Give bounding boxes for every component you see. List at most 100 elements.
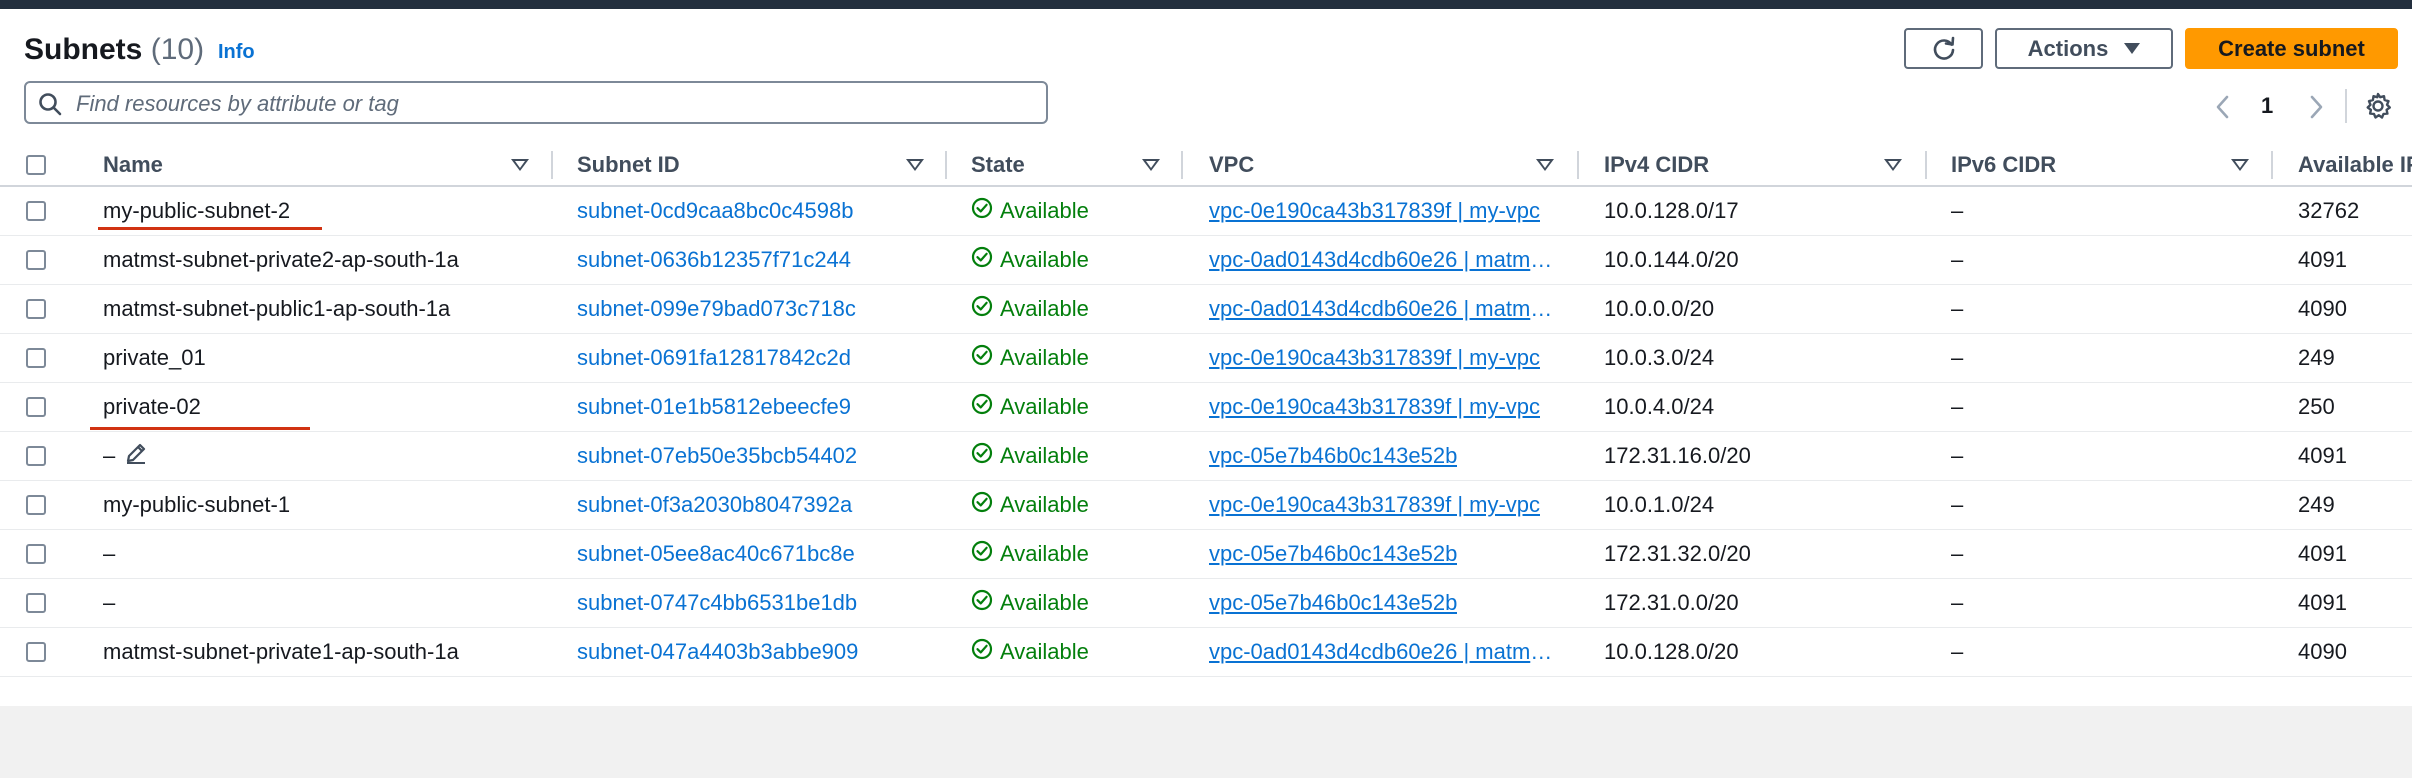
column-header-ipv6-cidr[interactable]: IPv6 CIDR	[1951, 145, 2251, 185]
column-header-vpc[interactable]: VPC	[1209, 145, 1554, 185]
current-page-number[interactable]: 1	[2261, 93, 2273, 119]
table-row[interactable]: my-public-subnet-1 subnet-0f3a2030b804739…	[0, 481, 2412, 530]
refresh-button[interactable]	[1904, 28, 1983, 69]
search-bar[interactable]	[24, 81, 1048, 124]
column-resizer[interactable]	[945, 151, 947, 179]
state-text: Available	[1000, 198, 1089, 223]
row-checkbox[interactable]	[26, 593, 46, 613]
next-page-icon[interactable]	[2307, 94, 2325, 120]
check-circle-icon	[971, 491, 993, 519]
search-input[interactable]	[74, 87, 1038, 120]
table-row[interactable]: – subnet-07eb50e35bcb54402 Available vpc-05…	[0, 432, 2412, 481]
subnet-id-link[interactable]: subnet-0691fa12817842c2d	[577, 345, 851, 371]
create-subnet-label: Create subnet	[2218, 35, 2365, 61]
table-row[interactable]: matmst-subnet-public1-ap-south-1a subnet-…	[0, 285, 2412, 334]
create-subnet-button[interactable]: Create subnet	[2185, 28, 2398, 69]
sort-icon[interactable]	[1536, 159, 1554, 171]
row-checkbox[interactable]	[26, 642, 46, 662]
subnet-id-link[interactable]: subnet-0747c4bb6531be1db	[577, 590, 857, 616]
vpc-link[interactable]: vpc-0e190ca43b317839f | my-vpc	[1209, 345, 1540, 371]
row-checkbox[interactable]	[26, 348, 46, 368]
column-header-subnet-id[interactable]: Subnet ID	[577, 145, 937, 185]
actions-dropdown-button[interactable]: Actions	[1995, 28, 2173, 69]
vpc-link[interactable]: vpc-05e7b46b0c143e52b	[1209, 590, 1457, 616]
state-cell: Available	[971, 285, 1171, 333]
table-row[interactable]: – subnet-0747c4bb6531be1db Available vpc-05…	[0, 579, 2412, 628]
subnet-name-cell: private_01	[103, 334, 543, 382]
gear-icon[interactable]	[2363, 91, 2393, 121]
info-link[interactable]: Info	[218, 41, 255, 64]
previous-page-icon[interactable]	[2214, 94, 2232, 120]
ipv4-cidr-cell: 172.31.0.0/20	[1604, 590, 1739, 615]
vpc-link[interactable]: vpc-05e7b46b0c143e52b	[1209, 443, 1457, 469]
vpc-link[interactable]: vpc-0e190ca43b317839f | my-vpc	[1209, 198, 1540, 224]
subnet-id-link[interactable]: subnet-05ee8ac40c671bc8e	[577, 541, 855, 567]
subnet-id-link[interactable]: subnet-0cd9caa8bc0c4598b	[577, 198, 853, 224]
row-checkbox[interactable]	[26, 250, 46, 270]
column-resizer[interactable]	[1577, 151, 1579, 179]
search-icon	[39, 93, 62, 116]
column-resizer[interactable]	[2271, 151, 2273, 179]
ipv6-cidr-cell: –	[1951, 492, 1964, 517]
row-checkbox[interactable]	[26, 446, 46, 466]
vpc-cell: vpc-0e190ca43b317839f | my-vpc	[1209, 187, 1554, 235]
state-cell: Available	[971, 334, 1171, 382]
subnet-id-link[interactable]: subnet-01e1b5812ebeecfe9	[577, 394, 851, 420]
table-row[interactable]: private-02 subnet-01e1b5812ebeecfe9 Availa…	[0, 383, 2412, 432]
subnet-id-link[interactable]: subnet-099e79bad073c718c	[577, 296, 856, 322]
state-text: Available	[1000, 492, 1089, 517]
row-checkbox[interactable]	[26, 201, 46, 221]
ipv4-cidr-cell: 10.0.128.0/17	[1604, 198, 1739, 223]
subnet-id-link[interactable]: subnet-07eb50e35bcb54402	[577, 443, 857, 469]
table-row[interactable]: private_01 subnet-0691fa12817842c2d Availa…	[0, 334, 2412, 383]
row-checkbox[interactable]	[26, 495, 46, 515]
column-resizer[interactable]	[1925, 151, 1927, 179]
table-row[interactable]: my-public-subnet-2 subnet-0cd9caa8bc0c459…	[0, 187, 2412, 236]
subnet-id-link[interactable]: subnet-0f3a2030b8047392a	[577, 492, 852, 518]
table-row[interactable]: – subnet-05ee8ac40c671bc8e Available vpc-05…	[0, 530, 2412, 579]
subnet-name-cell: matmst-subnet-private2-ap-south-1a	[103, 236, 543, 284]
sort-icon[interactable]	[906, 159, 924, 171]
column-header-available-ipv4[interactable]: Available IPv4 addresses	[2298, 145, 2412, 185]
state-text: Available	[1000, 541, 1089, 566]
caret-down-icon	[2124, 43, 2141, 54]
subnet-name-cell: –	[103, 432, 543, 480]
state-text: Available	[1000, 443, 1089, 468]
vpc-cell: vpc-0ad0143d4cdb60e26 | matmst-vpc	[1209, 628, 1554, 676]
vpc-link[interactable]: vpc-0e190ca43b317839f | my-vpc	[1209, 492, 1540, 518]
sort-icon[interactable]	[1142, 159, 1160, 171]
subnet-name: private-02	[103, 394, 201, 419]
subnet-id-cell: subnet-05ee8ac40c671bc8e	[577, 530, 937, 578]
column-resizer[interactable]	[551, 151, 553, 179]
state-text: Available	[1000, 247, 1089, 272]
table-row[interactable]: matmst-subnet-private1-ap-south-1a subnet…	[0, 628, 2412, 677]
state-text: Available	[1000, 394, 1089, 419]
table-row[interactable]: matmst-subnet-private2-ap-south-1a subnet…	[0, 236, 2412, 285]
sort-icon[interactable]	[511, 159, 529, 171]
ipv4-cidr-cell: 10.0.128.0/20	[1604, 639, 1739, 664]
column-header-state[interactable]: State	[971, 145, 1171, 185]
ipv6-cidr-cell: –	[1951, 590, 1964, 615]
vpc-link[interactable]: vpc-0ad0143d4cdb60e26 | matmst-vpc	[1209, 296, 1554, 322]
page-title: Subnets (10)	[24, 33, 204, 67]
subnet-name-cell: matmst-subnet-private1-ap-south-1a	[103, 628, 543, 676]
check-circle-icon	[971, 540, 993, 568]
annotation-underline	[90, 427, 310, 430]
select-all-checkbox[interactable]	[26, 155, 46, 175]
vpc-link[interactable]: vpc-0ad0143d4cdb60e26 | matmst-vpc	[1209, 639, 1554, 665]
vpc-link[interactable]: vpc-0e190ca43b317839f | my-vpc	[1209, 394, 1540, 420]
subnet-id-link[interactable]: subnet-047a4403b3abbe909	[577, 639, 858, 665]
row-checkbox[interactable]	[26, 299, 46, 319]
pencil-icon[interactable]	[123, 440, 149, 472]
column-header-name[interactable]: Name	[103, 145, 543, 185]
sort-icon[interactable]	[1884, 159, 1902, 171]
ipv4-cidr-cell: 10.0.0.0/20	[1604, 296, 1715, 321]
state-text: Available	[1000, 296, 1089, 321]
vpc-link[interactable]: vpc-0ad0143d4cdb60e26 | matmst-vpc	[1209, 247, 1554, 273]
vpc-link[interactable]: vpc-05e7b46b0c143e52b	[1209, 541, 1457, 567]
row-checkbox[interactable]	[26, 544, 46, 564]
subnet-id-link[interactable]: subnet-0636b12357f71c244	[577, 247, 851, 273]
column-resizer[interactable]	[1181, 151, 1183, 179]
row-checkbox[interactable]	[26, 397, 46, 417]
sort-icon[interactable]	[2231, 159, 2249, 171]
